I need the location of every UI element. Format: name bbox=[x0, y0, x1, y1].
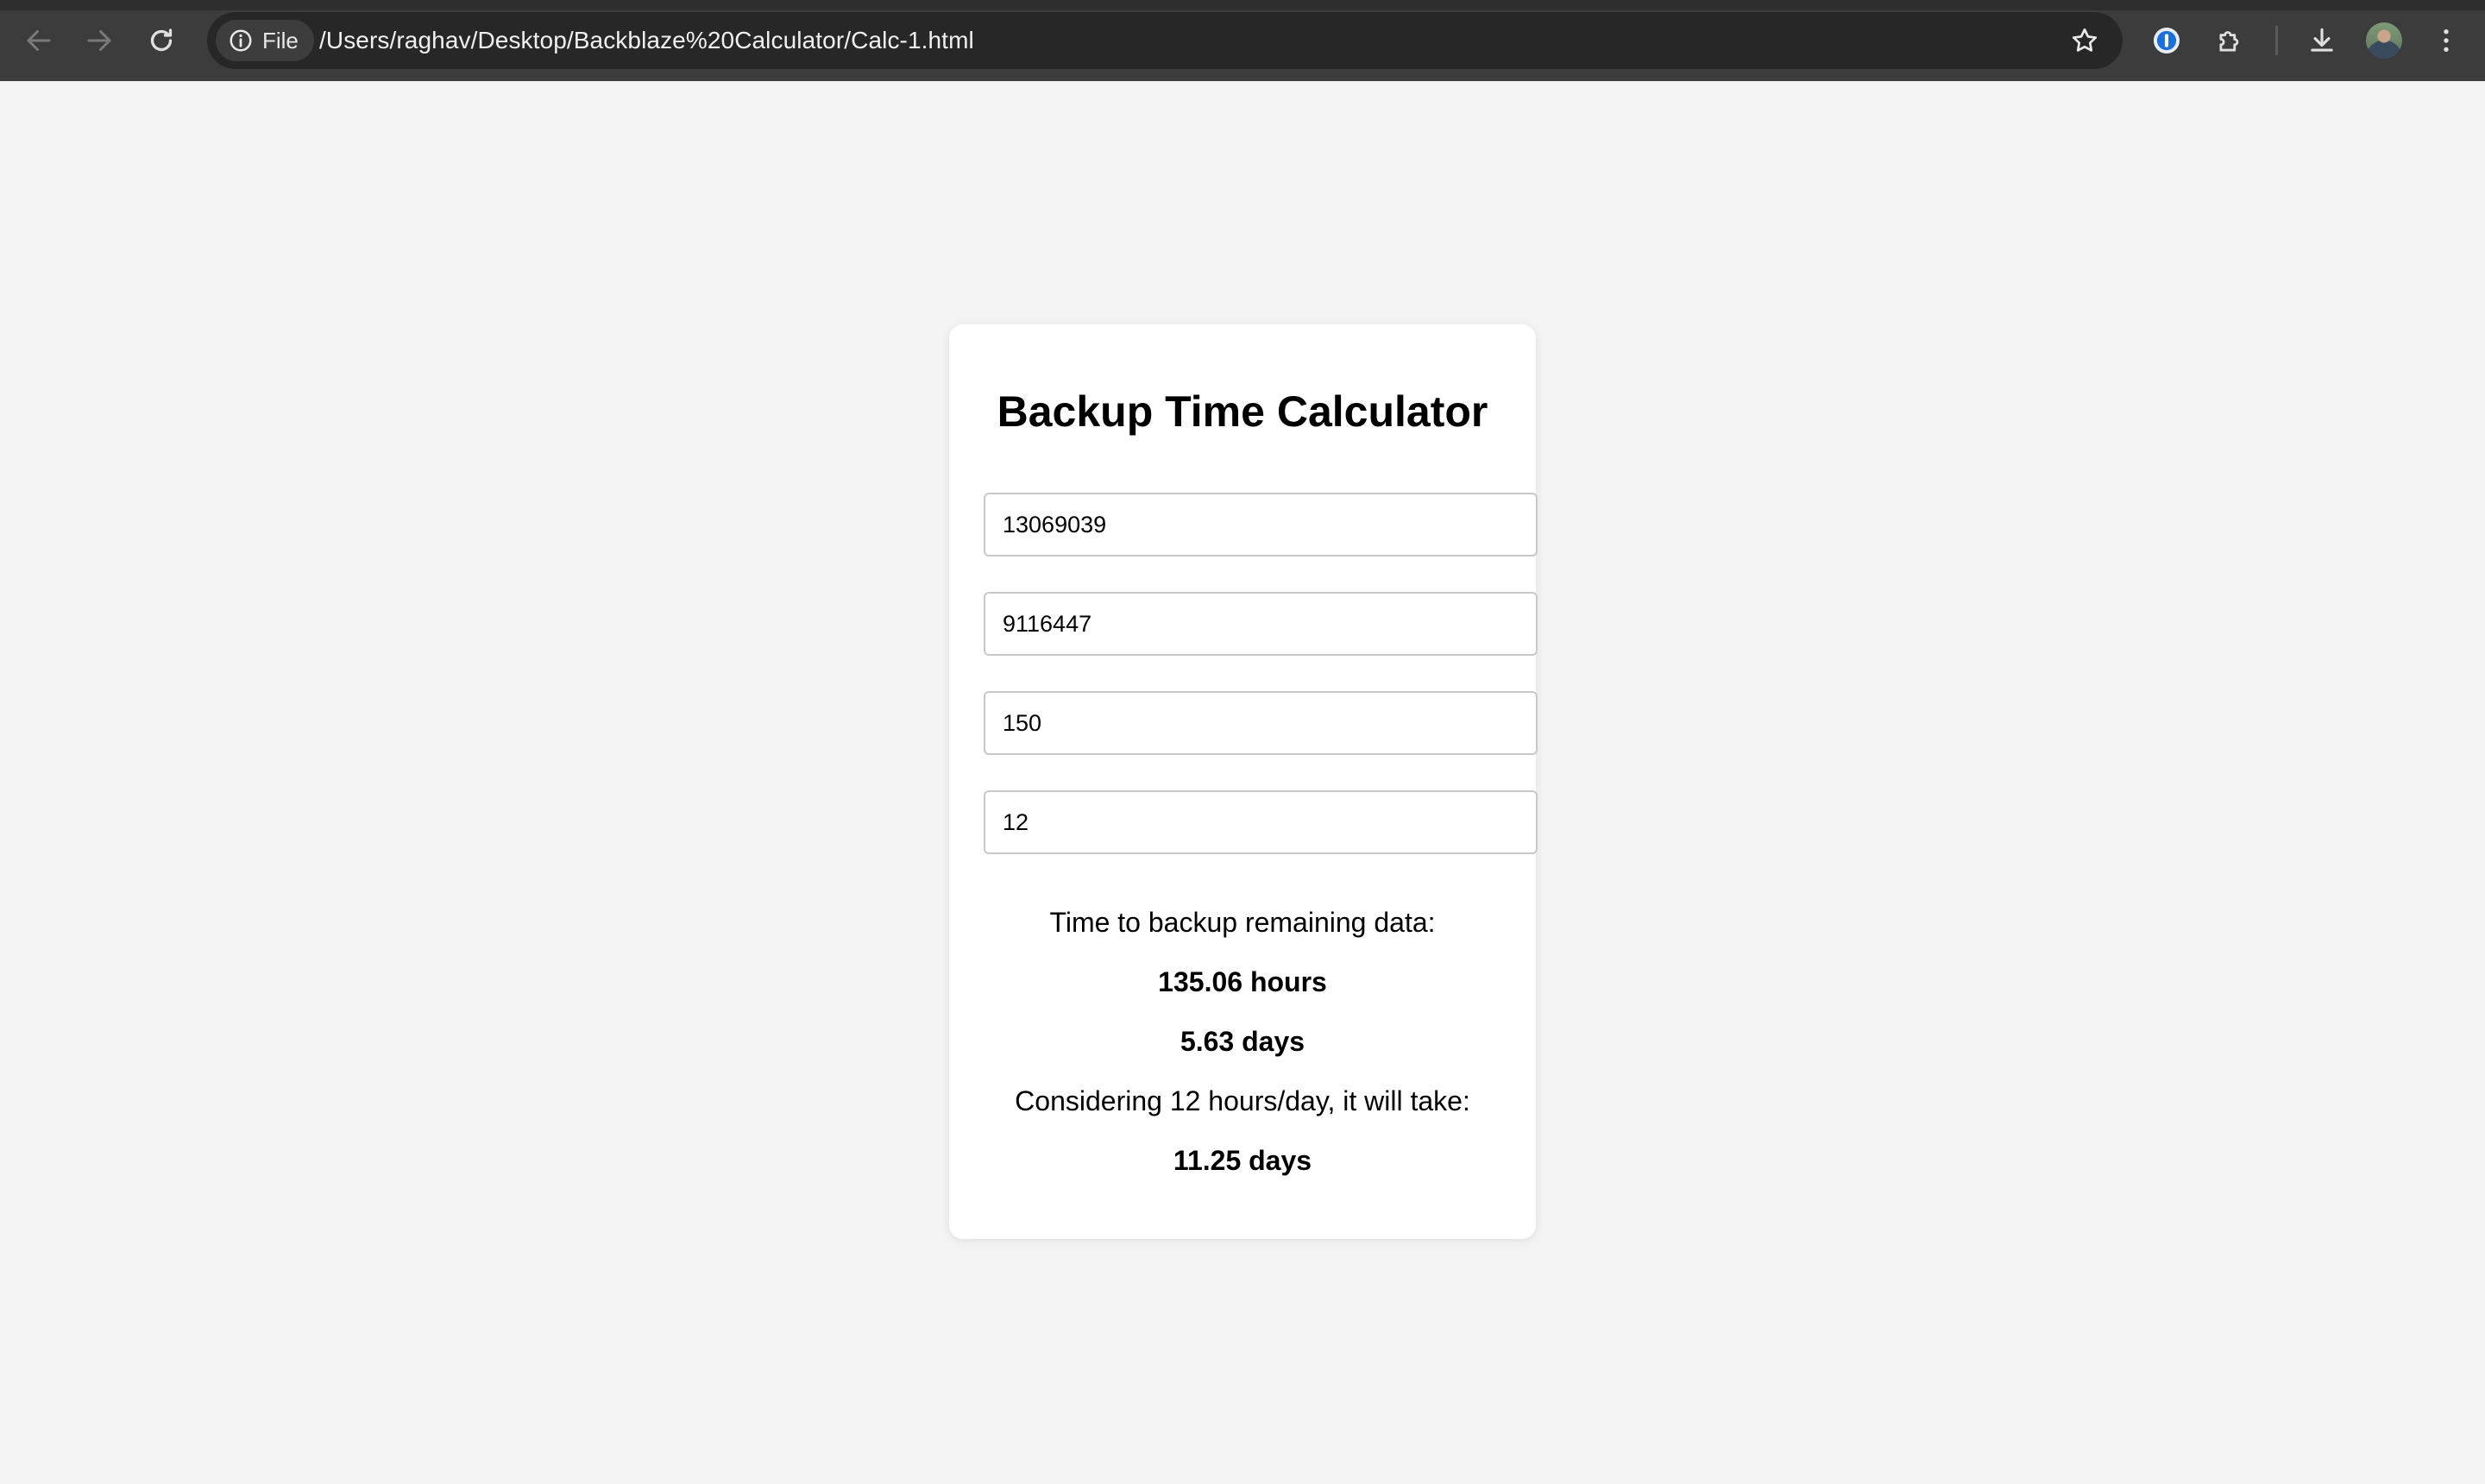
downloads-button[interactable] bbox=[2299, 17, 2345, 64]
calculator-card: Backup Time Calculator Time to backup re… bbox=[949, 324, 1538, 1239]
upload-speed-input[interactable] bbox=[984, 691, 1538, 755]
hours-per-day-input[interactable] bbox=[984, 790, 1538, 854]
back-button[interactable] bbox=[16, 17, 62, 64]
browser-toolbar: File /Users/raghav/Desktop/Backblaze%20C… bbox=[0, 0, 2485, 81]
page-title: Backup Time Calculator bbox=[997, 387, 1488, 436]
site-chip-label: File bbox=[262, 27, 299, 53]
password-manager-button[interactable] bbox=[2143, 17, 2190, 64]
hours-result: 135.06 hours bbox=[1158, 966, 1327, 997]
schedule-heading: Considering 12 hours/day, it will take: bbox=[1015, 1085, 1470, 1116]
download-icon bbox=[2311, 28, 2333, 52]
site-info-chip[interactable]: File bbox=[216, 20, 314, 61]
schedule-result: 11.25 days bbox=[1173, 1145, 1312, 1176]
total-size-input[interactable] bbox=[984, 493, 1538, 556]
arrow-right-icon bbox=[87, 30, 111, 51]
menu-button[interactable] bbox=[2423, 17, 2469, 64]
result-heading: Time to backup remaining data: bbox=[1049, 907, 1436, 938]
password-manager-icon bbox=[2153, 27, 2180, 54]
toolbar-divider bbox=[2275, 26, 2278, 55]
url-text[interactable]: /Users/raghav/Desktop/Backblaze%20Calcul… bbox=[319, 12, 974, 69]
extensions-button[interactable] bbox=[2207, 17, 2254, 64]
arrow-left-icon bbox=[27, 30, 51, 51]
bookmark-button[interactable] bbox=[2064, 20, 2105, 61]
puzzle-icon bbox=[2219, 31, 2239, 52]
reload-icon bbox=[150, 28, 173, 52]
more-vertical-icon bbox=[2444, 29, 2449, 52]
star-icon bbox=[2072, 28, 2098, 52]
info-icon bbox=[230, 29, 252, 52]
days-result: 5.63 days bbox=[1180, 1026, 1305, 1057]
address-bar[interactable]: File /Users/raghav/Desktop/Backblaze%20C… bbox=[207, 12, 2123, 69]
reload-button[interactable] bbox=[138, 17, 185, 64]
forward-button[interactable] bbox=[76, 17, 123, 64]
remaining-size-input[interactable] bbox=[984, 592, 1538, 656]
profile-avatar[interactable] bbox=[2366, 22, 2402, 59]
